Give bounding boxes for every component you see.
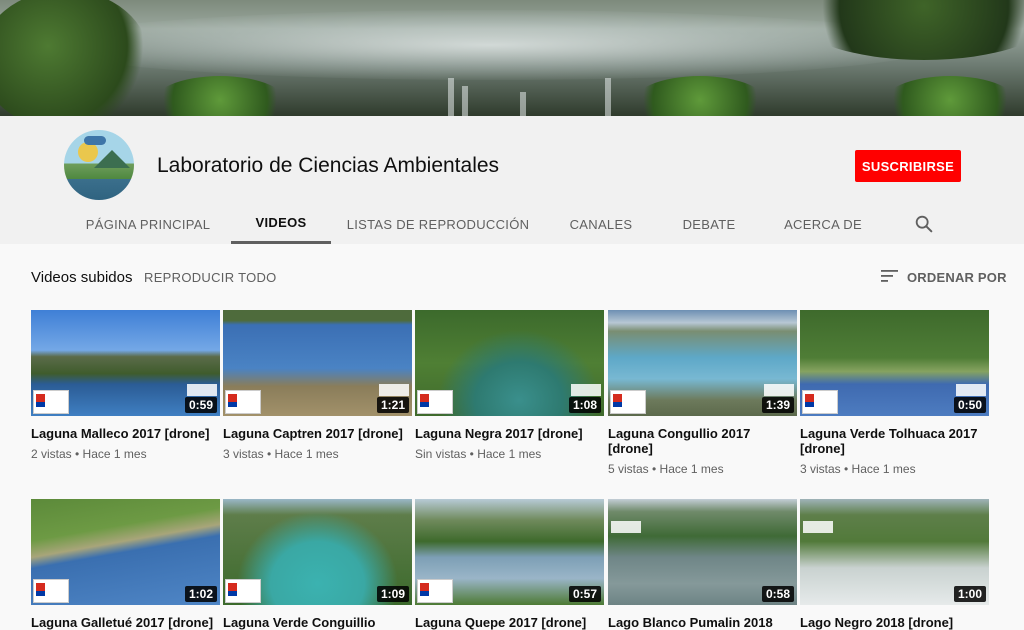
lab-logo — [187, 384, 217, 396]
subscribe-button[interactable]: SUSCRIBIRSE — [855, 150, 961, 182]
tab-channels[interactable]: CANALES — [556, 204, 646, 244]
duration-badge: 1:08 — [568, 397, 601, 413]
tab-about[interactable]: ACERCA DE — [772, 204, 874, 244]
video-meta: 2 vistas • Hace 1 mes — [31, 447, 147, 461]
video-meta: 5 vistas • Hace 1 mes — [608, 462, 724, 476]
duration-badge: 1:09 — [376, 586, 409, 602]
video-card[interactable]: 0:59 Laguna Malleco 2017 [drone] 2 vista… — [31, 310, 220, 461]
video-title[interactable]: Laguna Verde Conguillio — [223, 615, 412, 630]
duration-badge: 1:39 — [761, 397, 794, 413]
duration-badge: 0:59 — [184, 397, 217, 413]
video-thumbnail[interactable]: 0:50 — [800, 310, 989, 416]
duration-badge: 1:00 — [953, 586, 986, 602]
video-card[interactable]: 0:50 Laguna Verde Tolhuaca 2017 [drone] … — [800, 310, 989, 476]
video-meta: 3 vistas • Hace 1 mes — [800, 462, 916, 476]
channel-name: Laboratorio de Ciencias Ambientales — [157, 154, 500, 177]
play-all-button[interactable]: REPRODUCIR TODO — [144, 270, 277, 285]
video-card[interactable]: 1:08 Laguna Negra 2017 [drone] Sin vista… — [415, 310, 604, 461]
university-logo — [225, 579, 261, 603]
lab-logo — [571, 384, 601, 396]
video-card[interactable]: 0:58 Lago Blanco Pumalin 2018 — [608, 499, 797, 630]
video-title[interactable]: Laguna Congullio 2017 [drone] — [608, 426, 797, 456]
video-meta: Sin vistas • Hace 1 mes — [415, 447, 542, 461]
duration-badge: 0:57 — [568, 586, 601, 602]
lab-logo — [803, 521, 833, 533]
duration-badge: 1:02 — [184, 586, 217, 602]
video-thumbnail[interactable]: 1:39 — [608, 310, 797, 416]
video-thumbnail[interactable]: 0:57 — [415, 499, 604, 605]
video-card[interactable]: 1:00 Lago Negro 2018 [drone] — [800, 499, 989, 630]
tab-home[interactable]: PÁGINA PRINCIPAL — [72, 204, 224, 244]
university-logo — [417, 390, 453, 414]
video-thumbnail[interactable]: 0:59 — [31, 310, 220, 416]
search-icon[interactable] — [913, 213, 935, 235]
video-thumbnail[interactable]: 1:02 — [31, 499, 220, 605]
duration-badge: 0:58 — [761, 586, 794, 602]
tab-videos[interactable]: VIDEOS — [231, 204, 331, 244]
video-title[interactable]: Laguna Captren 2017 [drone] — [223, 426, 412, 441]
university-logo — [33, 390, 69, 414]
video-card[interactable]: 1:21 Laguna Captren 2017 [drone] 3 vista… — [223, 310, 412, 461]
video-title[interactable]: Lago Negro 2018 [drone] — [800, 615, 989, 630]
video-thumbnail[interactable]: 1:00 — [800, 499, 989, 605]
video-thumbnail[interactable]: 1:08 — [415, 310, 604, 416]
duration-badge: 1:21 — [376, 397, 409, 413]
video-card[interactable]: 1:39 Laguna Congullio 2017 [drone] 5 vis… — [608, 310, 797, 476]
video-card[interactable]: 1:02 Laguna Galletué 2017 [drone] — [31, 499, 220, 630]
sort-button[interactable]: ORDENAR POR — [907, 270, 1007, 285]
video-card[interactable]: 1:09 Laguna Verde Conguillio — [223, 499, 412, 630]
tab-playlists[interactable]: LISTAS DE REPRODUCCIÓN — [346, 204, 530, 244]
video-title[interactable]: Laguna Negra 2017 [drone] — [415, 426, 604, 441]
video-title[interactable]: Laguna Galletué 2017 [drone] — [31, 615, 220, 630]
lab-logo — [956, 384, 986, 396]
university-logo — [225, 390, 261, 414]
video-thumbnail[interactable]: 0:58 — [608, 499, 797, 605]
university-logo — [610, 390, 646, 414]
university-logo — [417, 579, 453, 603]
section-title: Videos subidos — [31, 269, 133, 286]
video-title[interactable]: Laguna Malleco 2017 [drone] — [31, 426, 220, 441]
video-title[interactable]: Laguna Verde Tolhuaca 2017 [drone] — [800, 426, 989, 456]
video-card[interactable]: 0:57 Laguna Quepe 2017 [drone] — [415, 499, 604, 630]
sort-icon[interactable] — [880, 268, 900, 284]
lab-logo — [379, 384, 409, 396]
video-thumbnail[interactable]: 1:09 — [223, 499, 412, 605]
video-thumbnail[interactable]: 1:21 — [223, 310, 412, 416]
university-logo — [802, 390, 838, 414]
duration-badge: 0:50 — [953, 397, 986, 413]
lab-logo — [764, 384, 794, 396]
lab-logo — [611, 521, 641, 533]
tab-discussion[interactable]: DEBATE — [670, 204, 748, 244]
channel-banner — [0, 0, 1024, 116]
channel-avatar[interactable] — [64, 130, 134, 200]
video-title[interactable]: Lago Blanco Pumalin 2018 — [608, 615, 797, 630]
video-meta: 3 vistas • Hace 1 mes — [223, 447, 339, 461]
video-title[interactable]: Laguna Quepe 2017 [drone] — [415, 615, 604, 630]
channel-tabs: PÁGINA PRINCIPAL VIDEOS LISTAS DE REPROD… — [0, 204, 1024, 244]
university-logo — [33, 579, 69, 603]
